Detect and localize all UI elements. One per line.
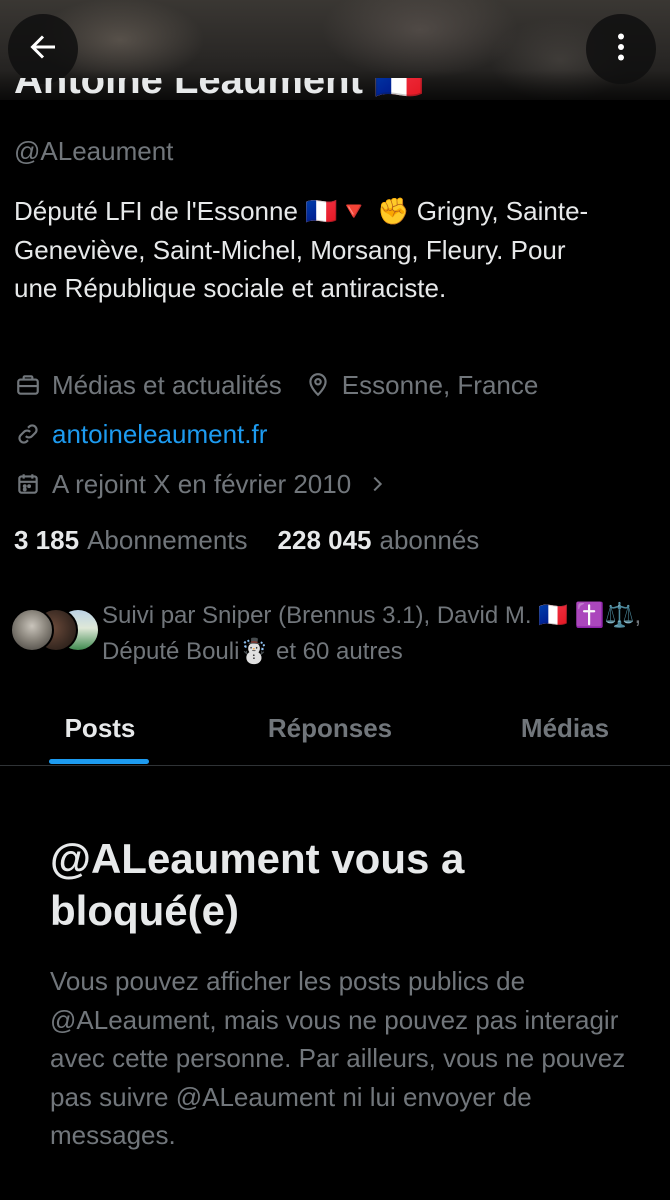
blocked-title: @ALeaument vous a bloqué(e) xyxy=(50,835,465,934)
followed-by-avatars xyxy=(10,608,100,654)
more-vertical-icon xyxy=(603,29,639,69)
following-label[interactable]: Abonnements xyxy=(87,525,247,556)
follow-counts: 3 185 Abonnements 228 045 abonnés xyxy=(14,525,479,556)
followers-count[interactable]: 228 045 xyxy=(278,525,372,556)
more-options-button[interactable] xyxy=(586,14,656,84)
profile-location: Essonne, France xyxy=(341,369,539,400)
profile-tabs: Posts Réponses Médias xyxy=(0,690,670,766)
avatar xyxy=(10,608,54,652)
profile-handle: @ALeaument xyxy=(14,136,174,166)
followed-by-text: Suivi par Sniper (Brennus 3.1), David M.… xyxy=(102,602,642,665)
location-pin-icon xyxy=(304,371,332,399)
profile-website-link[interactable]: antoineleaument.fr xyxy=(52,419,267,450)
back-button[interactable] xyxy=(8,14,78,84)
arrow-left-icon xyxy=(25,29,61,69)
blocked-description: Vous pouvez afficher les posts publics d… xyxy=(50,966,626,1150)
tab-media[interactable]: Médias xyxy=(495,690,635,766)
tab-replies[interactable]: Réponses xyxy=(240,690,420,766)
profile-bio: Député LFI de l'Essonne 🇫🇷🔻 ✊ Grigny, Sa… xyxy=(14,196,589,303)
profile-joined-row[interactable]: A rejoint X en février 2010 xyxy=(14,466,401,502)
briefcase-icon xyxy=(14,371,42,399)
profile-name: Antoine Léaument 🇫🇷 xyxy=(14,78,574,108)
followed-by[interactable]: Suivi par Sniper (Brennus 3.1), David M.… xyxy=(10,598,650,670)
profile-name-text: Antoine Léaument 🇫🇷 xyxy=(14,78,424,102)
active-tab-indicator xyxy=(49,759,149,764)
link-icon xyxy=(14,420,42,448)
following-count[interactable]: 3 185 xyxy=(14,525,79,556)
followers-label[interactable]: abonnés xyxy=(380,525,480,556)
profile-website-row[interactable]: antoineleaument.fr xyxy=(14,416,267,452)
profile-category: Médias et actualités xyxy=(52,369,282,400)
tab-posts[interactable]: Posts xyxy=(40,690,160,766)
profile-meta-row: Médias et actualités Essonne, France xyxy=(14,367,538,403)
chevron-right-icon xyxy=(363,470,391,498)
calendar-icon xyxy=(14,470,42,498)
profile-joined: A rejoint X en février 2010 xyxy=(52,468,352,499)
